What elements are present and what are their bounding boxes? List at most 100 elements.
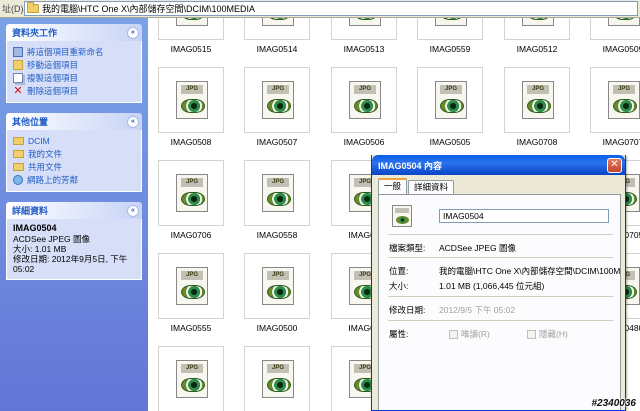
jpeg-file-icon: JPG <box>435 81 467 119</box>
place-dcim[interactable]: DCIM <box>13 134 135 147</box>
jpeg-file-icon: JPG <box>435 18 467 26</box>
dialog-title-bar[interactable]: IMAG0504 內容 ✕ <box>372 155 625 175</box>
thumbnail-label: IMAG0555 <box>170 323 212 333</box>
jpeg-file-icon: JPG <box>262 360 294 398</box>
location-label: 位置: <box>389 266 409 276</box>
eye-icon <box>181 192 205 206</box>
folder-icon <box>13 162 24 171</box>
task-copy[interactable]: 複製這個項目 <box>13 71 135 84</box>
jpeg-file-icon: JPG <box>608 81 640 119</box>
attributes-label: 屬性: <box>389 329 409 339</box>
thumbnail-item[interactable]: JPG IMAG0558 <box>244 160 310 240</box>
dialog-tabs: 一般 詳細資料 <box>378 178 455 194</box>
eye-icon <box>527 18 551 20</box>
eye-icon <box>440 99 464 113</box>
thumbnail-label: IMAG0515 <box>170 44 212 54</box>
thumbnail-item[interactable]: JPG IMAG0514 <box>244 18 310 54</box>
thumbnail-label: IMAG0505 <box>429 137 471 147</box>
eye-icon <box>181 285 205 299</box>
jpeg-file-icon: JPG <box>176 360 208 398</box>
thumbnail-item[interactable]: JPG IMAG0506 <box>331 67 397 147</box>
eye-icon <box>613 18 637 20</box>
details-file-type: ACDSee JPEG 圖像 <box>13 234 90 244</box>
size-value: 1.01 MB (1,066,445 位元組) <box>439 281 545 291</box>
eye-icon <box>354 99 378 113</box>
location-value: 我的電腦\HTC One X\內部儲存空間\DCIM\100M <box>439 266 621 276</box>
task-rename[interactable]: 將這個項目重新命名 <box>13 45 135 58</box>
folder-icon <box>27 2 39 13</box>
thumbnail-item[interactable]: JPG IMAG0555 <box>158 253 224 333</box>
modified-label: 修改日期: <box>389 305 426 315</box>
thumbnail-label: IMAG0509 <box>602 44 640 54</box>
dialog-title: IMAG0504 內容 <box>378 160 443 171</box>
hidden-checkbox[interactable]: 隱藏(H) <box>527 328 568 340</box>
collapse-icon[interactable]: « <box>127 26 139 39</box>
move-icon <box>13 59 23 70</box>
other-places-panel: 其他位置 « DCIM 我的文件 共用文件 網路上的芳鄰 <box>6 113 142 192</box>
task-delete[interactable]: ✕ 刪除這個項目 <box>13 84 135 97</box>
thumbnail-item[interactable]: JPG IMAG0509 <box>590 18 640 54</box>
thumbnail-label: IMAG0512 <box>516 44 558 54</box>
eye-icon <box>354 18 378 20</box>
delete-icon: ✕ <box>13 84 23 97</box>
jpeg-file-icon: JPG <box>522 18 554 26</box>
close-button[interactable]: ✕ <box>607 157 622 173</box>
thumbnail-item[interactable]: JPG IMAG0500 <box>244 253 310 333</box>
thumbnail-item[interactable]: JPG IMAG0505 <box>417 67 483 147</box>
modified-value: 2012/9/5 下午 05:02 <box>439 305 516 315</box>
thumbnail-item[interactable]: JPG <box>244 346 310 411</box>
collapse-icon[interactable]: « <box>127 115 139 128</box>
place-network[interactable]: 網路上的芳鄰 <box>13 173 135 186</box>
network-icon <box>13 174 23 185</box>
thumbnail-item[interactable]: JPG IMAG0512 <box>504 18 570 54</box>
task-move[interactable]: 移動這個項目 <box>13 58 135 71</box>
thumbnail-item[interactable]: JPG IMAG0707 <box>590 67 640 147</box>
tab-general[interactable]: 一般 <box>378 178 408 194</box>
file-tasks-panel: 資料夾工作 « 將這個項目重新命名 移動這個項目 複製這個項目 ✕ 刪除這個項目 <box>6 24 142 103</box>
jpeg-file-icon: JPG <box>349 18 381 26</box>
thumbnail-item[interactable]: JPG <box>158 346 224 411</box>
readonly-checkbox[interactable]: 唯讀(R) <box>449 328 490 340</box>
jpeg-file-icon: JPG <box>608 18 640 26</box>
details-file-size: 大小: 1.01 MB <box>13 244 67 254</box>
thumbnail-label: IMAG0506 <box>343 137 385 147</box>
eye-icon <box>267 285 291 299</box>
other-places-header[interactable]: 其他位置 « <box>6 113 142 130</box>
eye-icon <box>181 18 205 20</box>
file-tasks-title: 資料夾工作 <box>12 28 58 38</box>
address-input[interactable]: 我的電腦\HTC One X\內部儲存空間\DCIM\100MEDIA <box>24 1 638 16</box>
address-bar: 址(D) 我的電腦\HTC One X\內部儲存空間\DCIM\100MEDIA <box>0 0 640 18</box>
details-header[interactable]: 詳細資料 « <box>6 202 142 219</box>
place-shared-documents[interactable]: 共用文件 <box>13 160 135 173</box>
folder-icon <box>13 149 24 158</box>
other-places-title: 其他位置 <box>12 117 49 127</box>
jpeg-file-icon: JPG <box>176 81 208 119</box>
jpeg-file-icon: JPG <box>176 267 208 305</box>
thumbnail-item[interactable]: JPG IMAG0507 <box>244 67 310 147</box>
jpeg-file-icon: JPG <box>262 267 294 305</box>
tab-details[interactable]: 詳細資料 <box>408 180 455 194</box>
folder-icon <box>13 136 24 145</box>
thumbnail-item[interactable]: JPG IMAG0508 <box>158 67 224 147</box>
size-label: 大小: <box>389 281 409 291</box>
type-value: ACDSee JPEG 圖像 <box>439 243 516 253</box>
thumbnail-item[interactable]: JPG IMAG0513 <box>331 18 397 54</box>
place-my-documents[interactable]: 我的文件 <box>13 147 135 160</box>
jpeg-file-icon <box>392 205 412 227</box>
copy-icon <box>13 72 23 83</box>
eye-icon <box>267 192 291 206</box>
thumbnail-item[interactable]: JPG IMAG0708 <box>504 67 570 147</box>
collapse-icon[interactable]: « <box>127 204 139 217</box>
thumbnail-label: IMAG0508 <box>170 137 212 147</box>
file-tasks-header[interactable]: 資料夾工作 « <box>6 24 142 41</box>
address-label: 址(D) <box>2 4 24 14</box>
thumbnail-item[interactable]: JPG IMAG0706 <box>158 160 224 240</box>
jpeg-file-icon: JPG <box>349 81 381 119</box>
watermark: #2340036 <box>591 398 637 409</box>
thumbnail-item[interactable]: JPG IMAG0559 <box>417 18 483 54</box>
details-panel: 詳細資料 « IMAG0504 ACDSee JPEG 圖像 大小: 1.01 … <box>6 202 142 280</box>
general-tab-body: 檔案類型: ACDSee JPEG 圖像 位置: 我的電腦\HTC One X\… <box>378 194 621 410</box>
thumbnail-item[interactable]: JPG IMAG0515 <box>158 18 224 54</box>
filename-input[interactable] <box>439 209 609 223</box>
thumbnail-label: IMAG0707 <box>602 137 640 147</box>
